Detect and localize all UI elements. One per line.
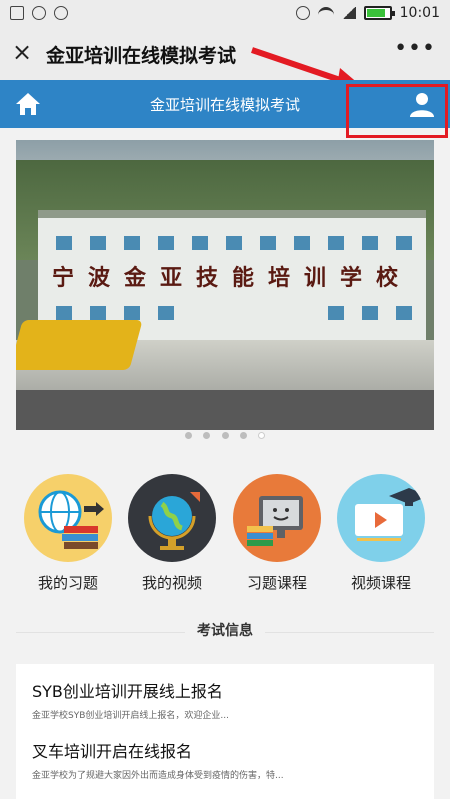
status-right-icons: 10:01 [295, 5, 440, 21]
list-item[interactable]: SYB创业培训开展线上报名 金亚学校SYB创业培训开启线上报名，欢迎企业... [32, 678, 412, 721]
close-icon[interactable]: × [12, 40, 32, 64]
window [294, 236, 310, 250]
globe-icon [128, 474, 216, 562]
school-sign: 宁波金亚技能培训学校 [51, 265, 412, 291]
wechat-title-bar: × 金亚培训在线模拟考试 ••• [0, 28, 450, 80]
globe-books-icon [24, 474, 112, 562]
menu-label: 视频课程 [350, 574, 411, 592]
window [56, 306, 72, 320]
window [124, 306, 140, 320]
status-time: 10:01 [399, 5, 440, 21]
window [328, 236, 344, 250]
user-icon[interactable] [408, 90, 436, 118]
monitor-smile-icon [233, 474, 321, 562]
window [362, 236, 378, 250]
page-title: 金亚培训在线模拟考试 [46, 45, 237, 67]
window [90, 306, 106, 320]
menu-item-my-videos[interactable]: 我的视频 [120, 474, 224, 593]
chat-notification-icon [54, 6, 68, 20]
window [192, 236, 208, 250]
window [226, 236, 242, 250]
menu-label: 我的习题 [37, 574, 98, 592]
battery-icon [363, 6, 395, 20]
banner-carousel[interactable]: 宁波金亚技能培训学校 [16, 140, 434, 430]
alarm-icon [295, 6, 310, 20]
carousel-dots [0, 424, 450, 443]
section-title-text: 考试信息 [185, 623, 265, 639]
window [396, 236, 412, 250]
status-bar: 10:01 [0, 0, 450, 28]
window [158, 306, 174, 320]
window [56, 236, 72, 250]
carousel-dot[interactable] [203, 432, 211, 439]
news-desc: 金亚学校为了规避大家因外出而造成身体受到疫情的伤害，特... [32, 771, 284, 781]
image-notification-icon [10, 6, 24, 20]
video-graduation-icon [337, 474, 425, 562]
feature-menu: 我的习题 我的视频 习题课程 视频课程 [0, 474, 450, 594]
menu-label: 习题课程 [246, 574, 307, 592]
window [328, 306, 344, 320]
menu-label: 我的视频 [141, 574, 202, 592]
menu-item-my-exercises[interactable]: 我的习题 [16, 474, 120, 593]
menu-item-exercise-courses[interactable]: 习题课程 [225, 474, 329, 593]
shield-notification-icon [32, 6, 46, 20]
excavator [16, 320, 143, 370]
window [362, 306, 378, 320]
section-title: 考试信息 [0, 620, 450, 640]
list-item[interactable]: 叉车培训开启在线报名 金亚学校为了规避大家因外出而造成身体受到疫情的伤害，特..… [32, 738, 412, 781]
wifi-icon [317, 7, 334, 19]
carousel-dot[interactable] [185, 432, 193, 439]
menu-item-video-courses[interactable]: 视频课程 [329, 474, 433, 593]
window [90, 236, 106, 250]
carousel-dot[interactable] [239, 432, 247, 439]
news-title: 叉车培训开启在线报名 [32, 742, 193, 761]
window [158, 236, 174, 250]
carousel-dot-active[interactable] [257, 432, 265, 439]
window [260, 236, 276, 250]
news-list: SYB创业培训开展线上报名 金亚学校SYB创业培训开启线上报名，欢迎企业... … [16, 664, 434, 799]
carousel-dot[interactable] [221, 432, 229, 439]
more-menu-icon[interactable]: ••• [394, 36, 436, 61]
signal-icon [341, 7, 356, 19]
window [124, 236, 140, 250]
window [396, 306, 412, 320]
news-title: SYB创业培训开展线上报名 [32, 682, 223, 701]
news-desc: 金亚学校SYB创业培训开启线上报名，欢迎企业... [32, 711, 229, 721]
status-left-icons [10, 6, 68, 20]
